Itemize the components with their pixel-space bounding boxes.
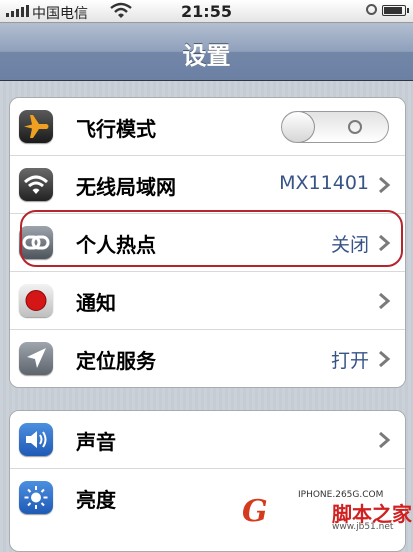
chevron-right-icon [379,176,391,194]
row-label: 无线局域网 [76,175,176,199]
row-wifi[interactable]: 无线局域网 MX11401 [10,156,405,214]
row-sounds[interactable]: 声音 [10,411,405,469]
hotspot-link-icon [19,226,53,259]
toggle-knob [282,112,315,142]
navigation-bar: 设置 [0,23,413,81]
row-label: 通知 [76,291,116,315]
row-label: 亮度 [76,488,116,512]
toggle-off-indicator [348,120,362,134]
speaker-icon [19,423,53,456]
row-personal-hotspot[interactable]: 个人热点 关闭 [10,214,405,272]
row-airplane-mode: 飞行模式 [10,98,405,156]
airplane-mode-toggle[interactable] [281,111,389,143]
chevron-right-icon [379,234,391,252]
row-label: 个人热点 [76,233,156,257]
row-label: 飞行模式 [76,117,156,141]
chevron-right-icon [379,292,391,310]
chevron-right-icon [379,350,391,368]
wifi-icon [19,168,53,201]
row-brightness[interactable]: 亮度 [10,469,405,526]
airplane-icon [19,110,53,143]
notification-icon [19,284,53,317]
brightness-icon [19,481,53,514]
settings-group-1: 飞行模式 无线局域网 MX11401 个人热点 关闭 通知 定位服务 打开 [9,97,406,388]
status-time: 21:55 [181,2,232,21]
row-label: 定位服务 [76,349,156,373]
page-title: 设置 [182,42,231,70]
row-notifications[interactable]: 通知 [10,272,405,330]
wifi-network-value: MX11401 [279,172,369,194]
row-location-services[interactable]: 定位服务 打开 [10,330,405,387]
chevron-right-icon [379,431,391,449]
row-label: 声音 [76,430,116,454]
hotspot-status-value: 关闭 [330,234,369,256]
location-arrow-icon [19,342,53,375]
location-status-value: 打开 [330,350,369,372]
settings-group-2: 声音 亮度 [9,410,406,552]
status-bar: 中国电信 21:55 [0,0,413,23]
alarm-clock-icon [366,4,377,15]
battery-icon [382,5,409,16]
